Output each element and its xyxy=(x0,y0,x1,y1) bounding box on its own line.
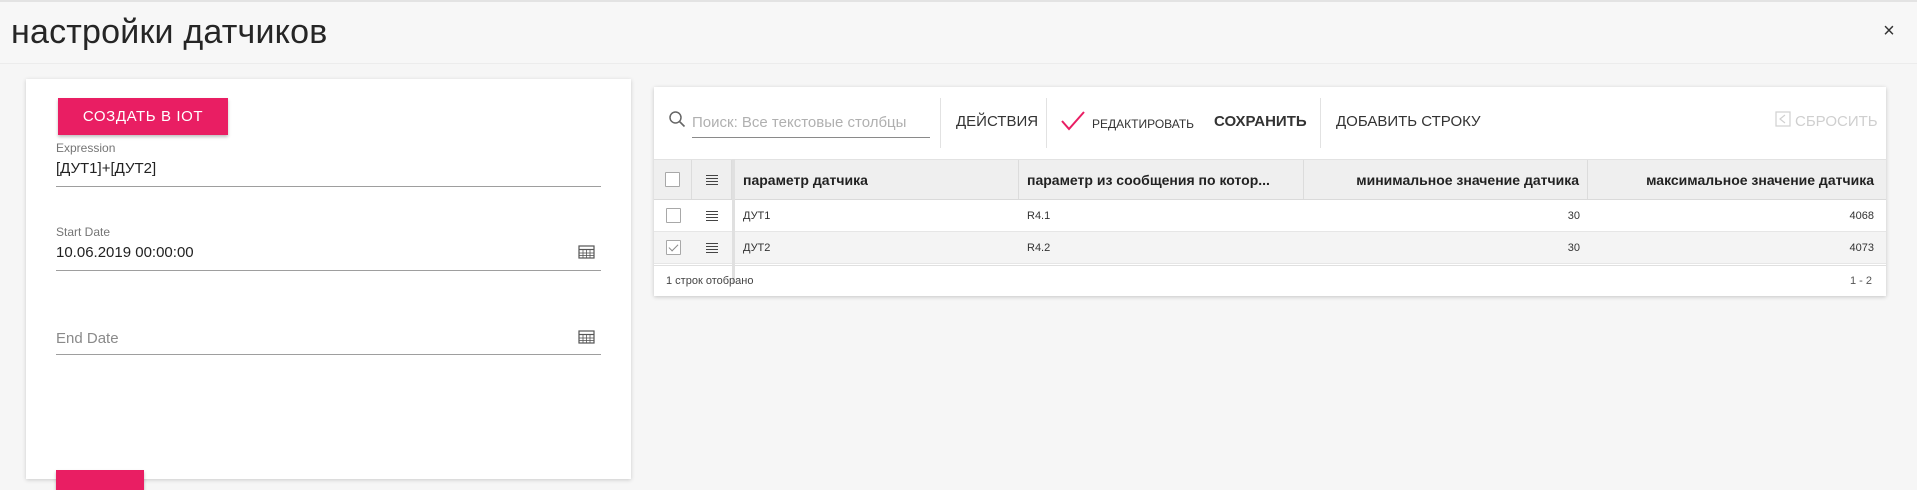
create-in-iot-button[interactable]: СОЗДАТЬ В IOT xyxy=(58,98,228,135)
expression-field[interactable]: Expression [ДУТ1]+[ДУТ2] xyxy=(56,141,601,187)
column-header[interactable]: минимальное значение датчика xyxy=(1304,160,1588,199)
column-header[interactable]: максимальное значение датчика xyxy=(1588,160,1882,199)
row-checkbox[interactable] xyxy=(665,208,681,223)
lines-icon[interactable] xyxy=(706,210,718,221)
table-row[interactable]: ДУТ1 R4.1 30 4068 xyxy=(654,200,1886,232)
grid-header-row: параметр датчика параметр из сообщения п… xyxy=(654,159,1886,200)
row-select-cell xyxy=(654,232,692,263)
close-button[interactable]: × xyxy=(1877,19,1901,43)
form-card: СОЗДАТЬ В IOT Expression [ДУТ1]+[ДУТ2] S… xyxy=(26,79,631,490)
message-param-cell[interactable]: R4.2 xyxy=(1019,232,1304,263)
sensor-cell[interactable]: ДУТ2 xyxy=(735,232,1019,263)
row-range: 1 - 2 xyxy=(1849,275,1872,287)
select-all-cell xyxy=(654,160,692,199)
start-date-value: 10.06.2019 00:00:00 xyxy=(56,244,194,261)
expression-value: [ДУТ1]+[ДУТ2] xyxy=(56,160,157,177)
calendar-icon[interactable] xyxy=(578,245,595,259)
search-input[interactable] xyxy=(692,108,930,138)
end-date-placeholder: End Date xyxy=(56,330,119,347)
add-row-button[interactable]: ДОБАВИТЬ СТРОКУ xyxy=(1336,113,1481,130)
max-value-cell[interactable]: 4073 xyxy=(1588,232,1882,263)
column-header[interactable]: параметр из сообщения по котор... xyxy=(1019,160,1304,199)
dialog-title: настройки датчиков xyxy=(11,13,328,51)
actions-button[interactable]: ДЕЙСТВИЯ xyxy=(956,113,1038,130)
check-icon[interactable] xyxy=(1060,109,1086,133)
grid-footer: 1 строк отобрано 1 - 2 xyxy=(654,265,1886,296)
lines-icon[interactable] xyxy=(706,242,718,253)
reset-icon xyxy=(1775,111,1791,127)
row-menu-header-cell xyxy=(692,160,732,199)
selected-count: 1 строк отобрано xyxy=(666,275,754,287)
expression-label: Expression xyxy=(56,141,116,155)
row-menu-cell xyxy=(692,200,732,231)
end-date-field[interactable]: End Date xyxy=(56,309,601,355)
sensor-cell[interactable]: ДУТ1 xyxy=(735,200,1019,231)
select-all-checkbox[interactable] xyxy=(665,172,680,187)
row-checkbox[interactable] xyxy=(665,240,681,255)
start-date-field[interactable]: Start Date 10.06.2019 00:00:00 xyxy=(56,225,601,271)
dialog-header: настройки датчиков × xyxy=(0,2,1917,64)
submit-button[interactable] xyxy=(56,470,144,490)
save-button[interactable]: СОХРАНИТЬ xyxy=(1214,113,1307,130)
max-value-cell[interactable]: 4068 xyxy=(1588,200,1882,231)
sensor-grid-card: ДЕЙСТВИЯ РЕДАКТИРОВАТЬ СОХРАНИТЬ ДОБАВИТ… xyxy=(654,87,1886,296)
row-select-cell xyxy=(654,200,692,231)
toolbar-divider xyxy=(1046,98,1047,148)
calendar-icon[interactable] xyxy=(578,330,595,344)
reset-button[interactable]: СБРОСИТЬ xyxy=(1795,113,1878,130)
edit-button[interactable]: РЕДАКТИРОВАТЬ xyxy=(1092,117,1194,131)
toolbar-divider xyxy=(940,98,941,148)
min-value-cell[interactable]: 30 xyxy=(1304,200,1588,231)
min-value-cell[interactable]: 30 xyxy=(1304,232,1588,263)
table-row[interactable]: ДУТ2 R4.2 30 4073 xyxy=(654,232,1886,264)
toolbar-divider xyxy=(1320,98,1321,148)
row-menu-cell xyxy=(692,232,732,263)
column-header[interactable]: параметр датчика xyxy=(735,160,1019,199)
start-date-label: Start Date xyxy=(56,225,111,239)
message-param-cell[interactable]: R4.1 xyxy=(1019,200,1304,231)
grid-toolbar: ДЕЙСТВИЯ РЕДАКТИРОВАТЬ СОХРАНИТЬ ДОБАВИТ… xyxy=(654,87,1886,159)
search-icon xyxy=(669,111,686,128)
lines-icon[interactable] xyxy=(705,174,718,185)
